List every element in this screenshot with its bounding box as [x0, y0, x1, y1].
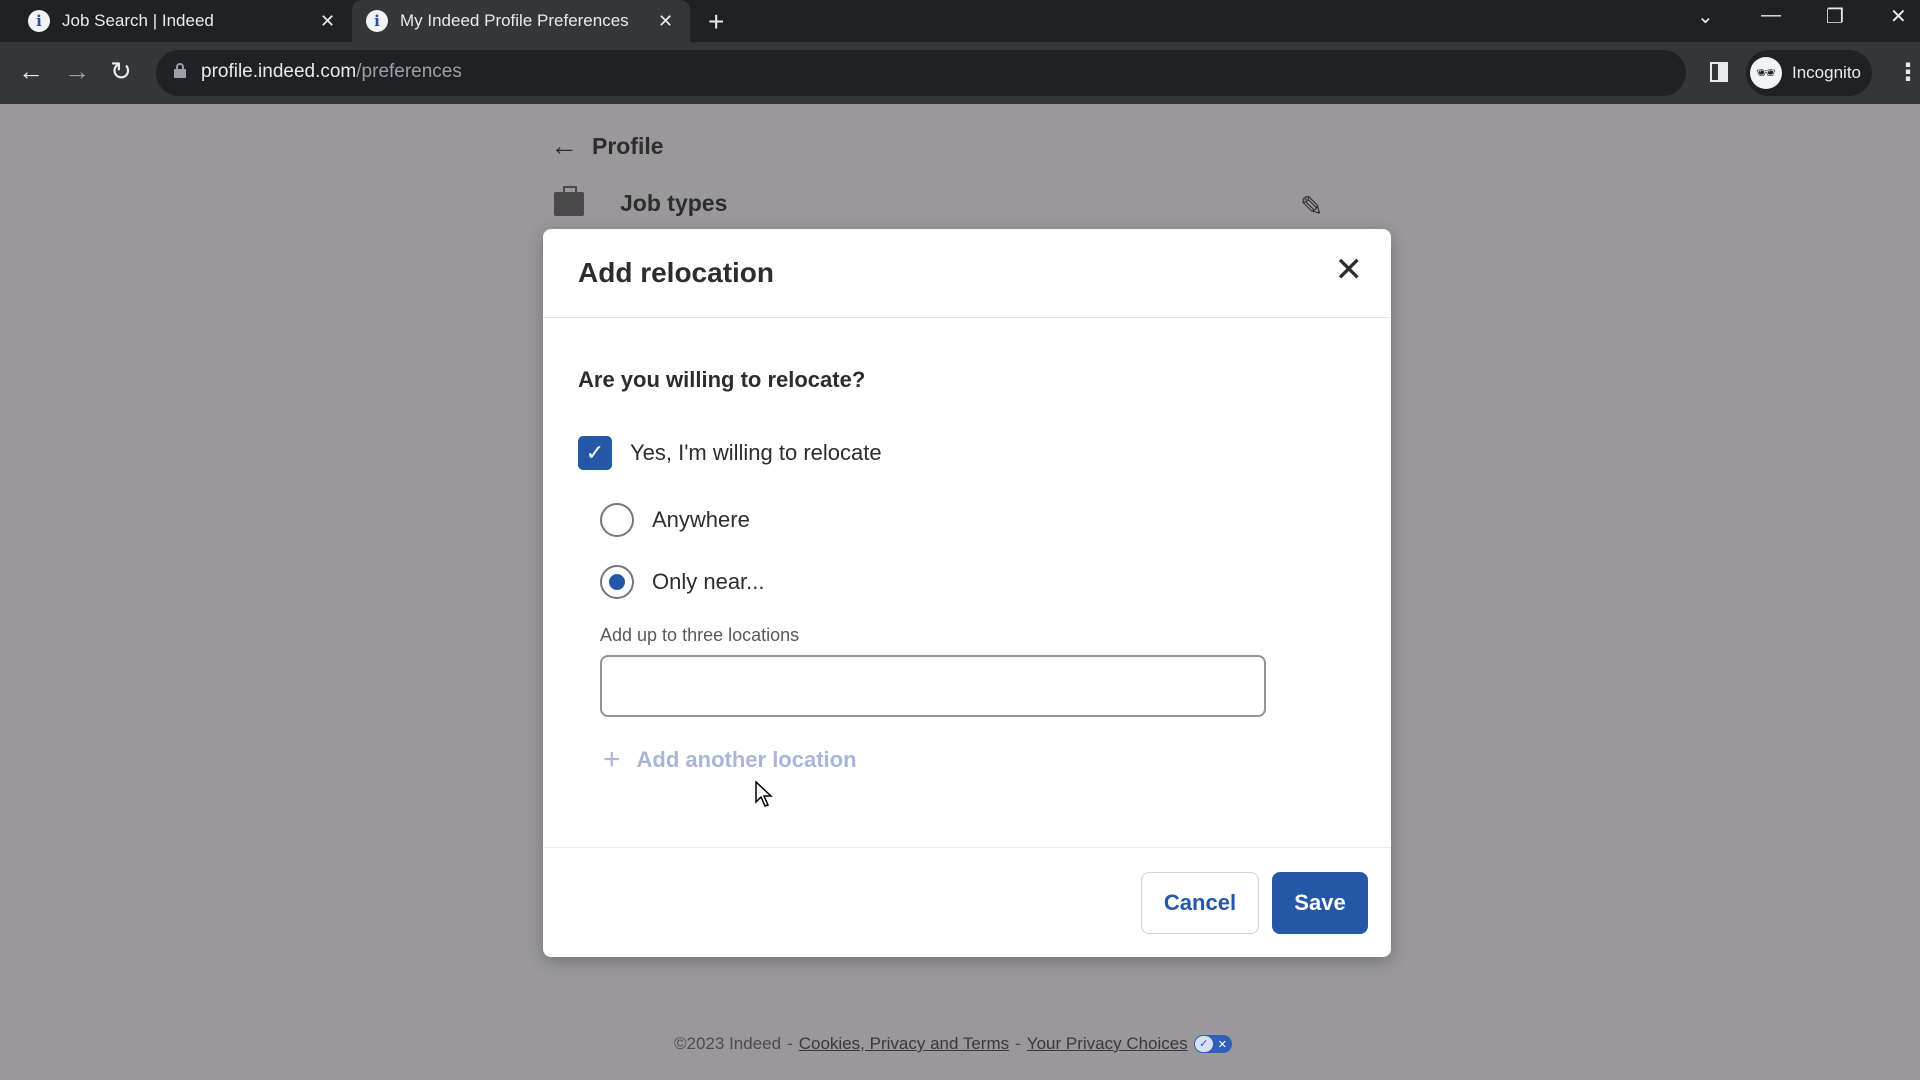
tab-close-icon[interactable]: ✕	[658, 11, 673, 32]
close-icon[interactable]: ✕	[1335, 253, 1364, 287]
restore-button[interactable]: ❐	[1826, 4, 1844, 29]
incognito-icon: 🕶	[1750, 57, 1782, 89]
tab-title: My Indeed Profile Preferences	[400, 11, 629, 30]
willing-to-relocate-checkbox-row[interactable]: ✓ Yes, I'm willing to relocate	[578, 436, 882, 470]
url-text[interactable]: profile.indeed.com/preferences	[201, 61, 462, 83]
copyright-text: ©2023 Indeed	[674, 1034, 782, 1053]
reload-button[interactable]: ↻	[110, 56, 132, 87]
save-button[interactable]: Save	[1272, 872, 1368, 934]
cookies-privacy-terms-link[interactable]: Cookies, Privacy and Terms	[799, 1034, 1009, 1054]
radio-anywhere-label[interactable]: Anywhere	[652, 507, 750, 533]
radio-anywhere-row[interactable]: Anywhere	[600, 503, 750, 537]
willing-to-relocate-label[interactable]: Yes, I'm willing to relocate	[630, 440, 882, 466]
privacy-choices-link[interactable]: Your Privacy Choices	[1027, 1034, 1188, 1054]
indeed-favicon-icon: i	[366, 10, 388, 32]
forward-button[interactable]: →	[64, 56, 90, 87]
radio-anywhere[interactable]	[600, 503, 634, 537]
tab-job-search[interactable]: i Job Search | Indeed ✕	[28, 0, 348, 42]
tab-search-icon[interactable]: ⌄	[1697, 4, 1714, 29]
address-bar[interactable]: profile.indeed.com/preferences ☆	[156, 50, 1826, 96]
side-panel-icon[interactable]	[1710, 62, 1728, 82]
locations-field-label: Add up to three locations	[600, 625, 800, 645]
dialog-footer: Cancel Save	[543, 847, 1391, 957]
add-another-location-label: Add another location	[636, 747, 857, 772]
window-close-button[interactable]: ✕	[1890, 4, 1907, 29]
back-arrow-icon: ←	[550, 130, 578, 161]
radio-only-near-row[interactable]: Only near...	[600, 565, 765, 599]
lock-icon[interactable]	[174, 63, 186, 78]
browser-menu-icon[interactable]: ⋮	[1896, 58, 1920, 87]
new-tab-button[interactable]: +	[708, 6, 724, 38]
plus-icon: +	[603, 743, 621, 776]
mouse-cursor-icon	[755, 780, 773, 807]
job-types-label: Job types	[620, 190, 728, 216]
location-input[interactable]	[600, 655, 1266, 717]
add-relocation-dialog: Add relocation ✕ Are you willing to relo…	[543, 229, 1391, 957]
privacy-choices-toggle-icon[interactable]: ✓ ✕	[1193, 1035, 1232, 1053]
browser-tab-bar: i Job Search | Indeed ✕ i My Indeed Prof…	[0, 0, 1920, 42]
tab-profile-preferences[interactable]: i My Indeed Profile Preferences ✕	[352, 0, 690, 42]
back-button[interactable]: ←	[18, 56, 44, 87]
tab-title: Job Search | Indeed	[62, 11, 214, 30]
indeed-favicon-icon: i	[28, 10, 50, 32]
relocate-question: Are you willing to relocate?	[578, 367, 866, 392]
add-another-location-button[interactable]: + Add another location	[603, 743, 857, 777]
dialog-header: Add relocation ✕	[543, 229, 1391, 318]
dialog-title: Add relocation	[578, 257, 775, 288]
willing-to-relocate-checkbox[interactable]: ✓	[578, 436, 612, 470]
radio-only-near-label[interactable]: Only near...	[652, 569, 765, 595]
page-footer: ©2023 Indeed - Cookies, Privacy and Term…	[674, 1034, 1232, 1054]
tab-close-icon[interactable]: ✕	[320, 11, 335, 32]
incognito-profile-button[interactable]: 🕶 Incognito	[1746, 50, 1872, 96]
browser-toolbar: ← → ↻ profile.indeed.com/preferences ☆	[0, 42, 1920, 104]
minimize-button[interactable]: —	[1761, 4, 1781, 27]
back-to-profile-link[interactable]: ← Profile	[550, 130, 664, 162]
radio-only-near[interactable]	[600, 565, 634, 599]
briefcase-icon	[554, 185, 584, 216]
cancel-button[interactable]: Cancel	[1141, 872, 1259, 934]
incognito-label: Incognito	[1792, 63, 1861, 82]
job-types-section: Job types	[554, 185, 728, 217]
edit-pencil-icon[interactable]: ✎	[1300, 190, 1323, 223]
back-to-profile-label: Profile	[592, 132, 664, 159]
